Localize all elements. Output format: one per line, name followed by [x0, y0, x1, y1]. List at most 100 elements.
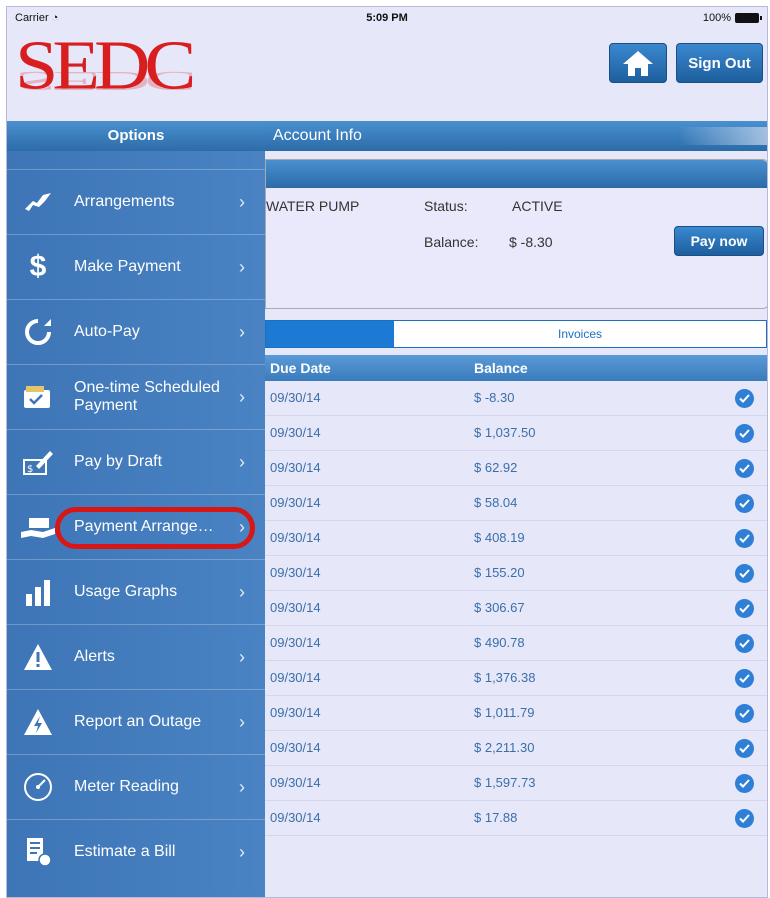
wallet-icon: [21, 382, 55, 412]
chevron-right-icon: ›: [239, 452, 245, 472]
checkmark-icon[interactable]: [735, 564, 754, 583]
balance-cell: $ 155.20: [474, 565, 525, 580]
table-row[interactable]: 09/30/14 $ 1,011.79: [265, 696, 767, 731]
status-label: Status:: [424, 198, 468, 214]
account-info-bar: Account Info: [265, 121, 767, 151]
sidebar-item-one-time-scheduled-payment[interactable]: One-time Scheduled Payment ›: [7, 364, 265, 429]
chevron-right-icon: ›: [239, 647, 245, 667]
balance-value: $ -8.30: [509, 234, 553, 250]
segment-selected[interactable]: [266, 321, 394, 347]
table-row[interactable]: 09/30/14 $ 1,037.50: [265, 416, 767, 451]
highlight-annotation: [55, 507, 255, 549]
sidebar-item-label: Report an Outage: [74, 713, 202, 730]
due-date-cell: 09/30/14: [270, 705, 321, 720]
chevron-right-icon: ›: [239, 842, 245, 862]
sidebar-item-alerts[interactable]: Alerts ›: [7, 624, 265, 689]
sidebar-item-meter-reading[interactable]: Meter Reading ›: [7, 754, 265, 819]
checkmark-icon[interactable]: [735, 424, 754, 443]
balance-cell: $ 1,037.50: [474, 425, 536, 440]
table-row[interactable]: 09/30/14 $ 408.19: [265, 521, 767, 556]
dollar-icon: $: [29, 250, 47, 283]
sidebar-item-report-outage[interactable]: Report an Outage ›: [7, 689, 265, 754]
sidebar-item-label: Usage Graphs: [74, 583, 178, 600]
due-date-cell: 09/30/14: [270, 530, 321, 545]
status-value: ACTIVE: [512, 198, 563, 214]
sidebar-item-payment-arrangements[interactable]: Payment Arrange… ›: [7, 494, 265, 559]
table-row[interactable]: 09/30/14 $ 490.78: [265, 626, 767, 661]
account-name: WATER PUMP: [266, 198, 360, 214]
checkmark-icon[interactable]: [735, 494, 754, 513]
lightning-icon: [21, 707, 55, 737]
table-row[interactable]: 09/30/14 $ 62.92: [265, 451, 767, 486]
checkmark-icon[interactable]: [735, 774, 754, 793]
handshake-icon: [21, 187, 55, 217]
due-date-cell: 09/30/14: [270, 495, 321, 510]
home-icon: [623, 51, 653, 76]
refresh-icon: [21, 317, 55, 347]
checkmark-icon[interactable]: [735, 389, 754, 408]
due-date-cell: 09/30/14: [270, 390, 321, 405]
sidebar-item-label: Alerts: [74, 648, 115, 665]
checkmark-icon[interactable]: [735, 704, 754, 723]
clock: 5:09 PM: [366, 12, 408, 24]
table-row[interactable]: 09/30/14 $ 1,597.73: [265, 766, 767, 801]
sidebar-item-pay-by-draft[interactable]: $ Pay by Draft ›: [7, 429, 265, 494]
balance-cell: $ 62.92: [474, 460, 518, 475]
battery-icon: [735, 13, 762, 23]
sign-out-button[interactable]: Sign Out: [676, 43, 763, 83]
chevron-right-icon: ›: [239, 192, 245, 212]
due-date-cell: 09/30/14: [270, 460, 321, 475]
sidebar-item-estimate-bill[interactable]: Estimate a Bill ›: [7, 819, 265, 884]
account-card: WATER PUMP Status: ACTIVE Balance: $ -8.…: [265, 159, 767, 309]
sidebar-item-label: Meter Reading: [74, 778, 179, 795]
due-date-cell: 09/30/14: [270, 565, 321, 580]
checkmark-icon[interactable]: [735, 669, 754, 688]
sidebar-item-auto-pay[interactable]: Auto-Pay ›: [7, 299, 265, 364]
checkmark-icon[interactable]: [735, 529, 754, 548]
bar-graph-icon: [21, 577, 55, 607]
sidebar-item-label: Make Payment: [74, 258, 181, 275]
sidebar-item-make-payment[interactable]: $ Make Payment ›: [7, 234, 265, 299]
checkmark-icon[interactable]: [735, 634, 754, 653]
segment-invoices[interactable]: Invoices: [394, 321, 766, 347]
due-date-cell: 09/30/14: [270, 600, 321, 615]
balance-cell: $ 490.78: [474, 635, 525, 650]
table-row[interactable]: 09/30/14 $ 306.67: [265, 591, 767, 626]
checkmark-icon[interactable]: [735, 459, 754, 478]
balance-cell: $ 17.88: [474, 810, 518, 825]
sidebar-item-label: One-time Scheduled Payment: [74, 379, 220, 414]
sidebar-item-label: Estimate a Bill: [74, 843, 176, 860]
balance-cell: $ 58.04: [474, 495, 518, 510]
table-row[interactable]: 09/30/14 $ 58.04: [265, 486, 767, 521]
chevron-right-icon: ›: [239, 582, 245, 602]
sidebar-item-label: Pay by Draft: [74, 453, 163, 470]
sidebar-item-usage-graphs[interactable]: Usage Graphs ›: [7, 559, 265, 624]
header-fade: [679, 127, 767, 145]
due-date-header: Due Date: [270, 360, 331, 376]
table-row[interactable]: 09/30/14 $ 17.88: [265, 801, 767, 836]
balance-cell: $ 2,211.30: [474, 740, 535, 755]
checkmark-icon[interactable]: [735, 599, 754, 618]
table-row[interactable]: 09/30/14 $ 2,211.30: [265, 731, 767, 766]
sidebar-item-arrangements[interactable]: Arrangements ›: [7, 169, 265, 234]
table-row[interactable]: 09/30/14 $ 1,376.38: [265, 661, 767, 696]
table-row[interactable]: 09/30/14 $ -8.30: [265, 381, 767, 416]
bill-icon: [21, 837, 55, 867]
home-button[interactable]: [609, 43, 667, 83]
due-date-cell: 09/30/14: [270, 740, 321, 755]
sedc-logo: SEDC SEDC: [15, 29, 205, 111]
balance-header: Balance: [474, 360, 528, 376]
chevron-right-icon: ›: [239, 387, 245, 407]
battery-indicator: 100%: [702, 12, 762, 24]
app-frame: Carrier ◔ 5:09 PM 100% SEDC SEDC Sign Ou…: [6, 6, 768, 898]
checkmark-icon[interactable]: [735, 739, 754, 758]
balance-label: Balance:: [424, 234, 479, 250]
warning-icon: [21, 642, 55, 672]
chevron-right-icon: ›: [239, 712, 245, 732]
pay-now-button[interactable]: Pay now: [674, 226, 764, 256]
checkmark-icon[interactable]: [735, 809, 754, 828]
table-row[interactable]: 09/30/14 $ 155.20: [265, 556, 767, 591]
chevron-right-icon: ›: [239, 257, 245, 277]
battery-percent: 100%: [702, 12, 731, 24]
